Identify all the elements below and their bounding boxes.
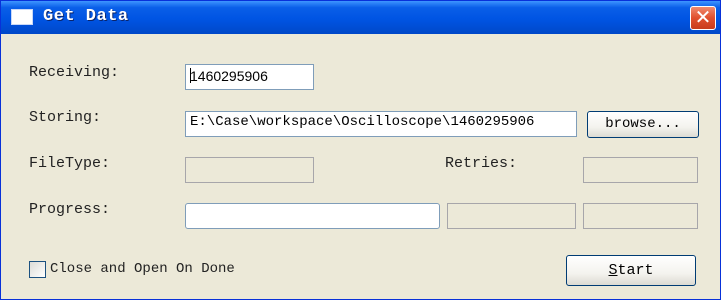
receiving-label: Receiving: — [29, 64, 120, 81]
window-icon — [11, 9, 33, 25]
close-button[interactable]: ✕ — [690, 6, 716, 30]
filetype-label: FileType: — [29, 155, 111, 172]
progress-detail-field[interactable] — [447, 203, 576, 229]
close-on-done-label[interactable]: Close and Open On Done — [50, 261, 235, 277]
browse-button[interactable]: browse... — [587, 111, 699, 138]
retries-label: Retries: — [445, 155, 518, 172]
start-button[interactable]: Start — [566, 255, 696, 286]
storing-path-value: E:\Case\workspace\Oscilloscope\146029590… — [190, 114, 535, 130]
get-data-dialog: Get Data ✕ Receiving: 1460295906 Storing… — [0, 0, 721, 300]
progress-status-field[interactable] — [583, 203, 698, 229]
window-title: Get Data — [43, 7, 129, 26]
progress-bar — [185, 203, 440, 229]
storing-path-field[interactable]: E:\Case\workspace\Oscilloscope\146029590… — [185, 111, 577, 137]
progress-label: Progress: — [29, 201, 111, 218]
storing-label: Storing: — [29, 109, 102, 126]
title-bar[interactable]: Get Data ✕ — [1, 1, 720, 34]
start-button-label: tart — [617, 262, 654, 279]
receiving-value: 1460295906 — [190, 68, 268, 84]
filetype-field[interactable] — [185, 157, 314, 183]
close-on-done-checkbox[interactable] — [29, 261, 46, 278]
close-icon: ✕ — [694, 5, 712, 29]
retries-field[interactable] — [583, 157, 698, 183]
receiving-field[interactable]: 1460295906 — [185, 64, 314, 90]
start-button-mnemonic: S — [608, 262, 618, 279]
